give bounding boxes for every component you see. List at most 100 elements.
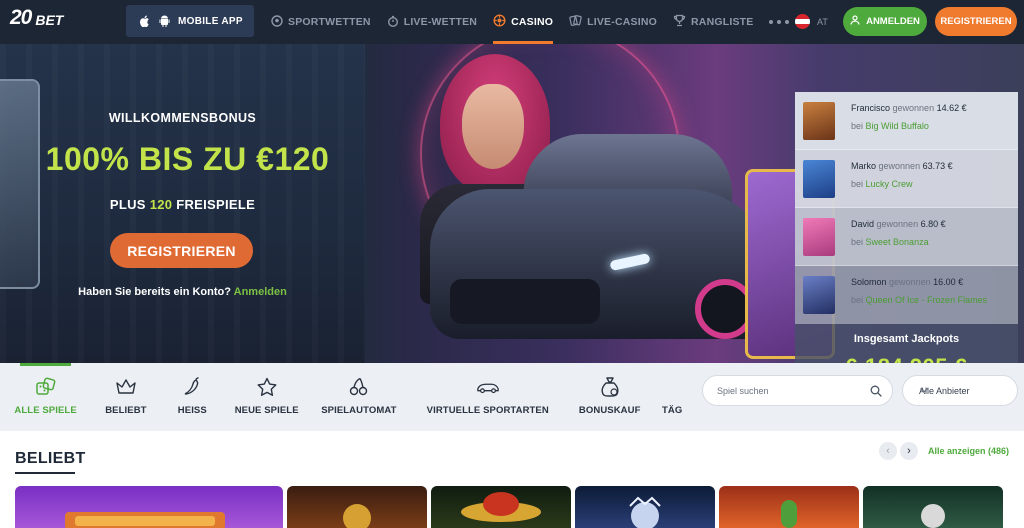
game-tile[interactable] (575, 486, 715, 528)
winner-game-link[interactable]: Queen Of Ice - Frozen Flames (866, 295, 988, 305)
provider-select[interactable]: Alle Anbieter (902, 375, 1018, 406)
apple-icon (138, 15, 150, 27)
game-search-box[interactable] (702, 375, 893, 406)
winner-game-link[interactable]: Sweet Bonanza (866, 237, 929, 247)
android-icon (158, 15, 170, 27)
bonus-label: WILLKOMMENSBONUS (108, 111, 257, 125)
hero-login-link[interactable]: Anmelden (234, 286, 287, 298)
winner-line: Solomon gewonnen 16.00 € (851, 277, 963, 287)
winner-item[interactable]: Solomon gewonnen 16.00 € bei Queen Of Ic… (795, 266, 1018, 324)
category-label: VIRTUELLE SPORTARTEN (426, 405, 549, 416)
more-menu-icon[interactable] (761, 20, 797, 24)
category-tab-spielautomat[interactable]: SPIELAUTOMAT (309, 363, 408, 431)
recent-winners-panel: Francisco gewonnen 14.62 € bei Big Wild … (795, 92, 1018, 363)
winner-line: David gewonnen 6.80 € (851, 219, 946, 229)
jackpot-label: Insgesamt Jackpots (853, 333, 960, 345)
dice-icon (34, 376, 58, 398)
nav-item-sportwetten[interactable]: SPORTWETTEN (263, 0, 379, 44)
austria-flag-icon (795, 14, 810, 29)
at-word: bei (851, 237, 864, 247)
nav-label: CASINO (511, 16, 554, 28)
category-tab-heiss[interactable]: HEISS (161, 363, 224, 431)
winner-line: Marko gewonnen 63.73 € (851, 161, 953, 171)
winner-game-link[interactable]: Lucky Crew (866, 179, 913, 189)
roulette-icon (493, 14, 506, 30)
category-bar: ALLE SPIELE BELIEBT HEISS NEUE SPIELE SP… (0, 363, 1024, 431)
category-tab-beliebt[interactable]: BELIEBT (91, 363, 160, 431)
section-title: BELIEBT (15, 450, 86, 467)
nav-item-rangliste[interactable]: RANGLISTE (665, 0, 761, 44)
chevron-left-icon: ‹ (886, 445, 890, 457)
game-tile[interactable] (15, 486, 283, 528)
mobile-app-button[interactable]: MOBILE APP (126, 5, 254, 37)
category-tab-taeg[interactable]: TÄG (652, 363, 692, 431)
hero-banner: WILLKOMMENSBONUS 100% BIS ZU €120 PLUS 1… (0, 44, 1024, 363)
hero-register-button[interactable]: REGISTRIEREN (110, 233, 253, 268)
section-title-underline (15, 472, 75, 474)
winner-amount: 63.73 € (922, 161, 953, 171)
category-label: ALLE SPIELE (14, 405, 77, 416)
game-search-input[interactable] (717, 376, 867, 405)
game-row (15, 486, 1003, 528)
see-all-link[interactable]: Alle anzeigen (486) (928, 446, 1009, 456)
trophy-icon (673, 14, 686, 30)
stopwatch-icon (387, 15, 399, 30)
register-button[interactable]: REGISTRIEREN (935, 7, 1017, 36)
category-label: NEUE SPIELE (234, 405, 299, 416)
chevron-down-icon (919, 385, 929, 395)
nav-item-casino[interactable]: CASINO (485, 0, 561, 44)
login-label: ANMELDEN (866, 16, 920, 27)
winner-item[interactable]: Francisco gewonnen 14.62 € bei Big Wild … (795, 92, 1018, 150)
category-tab-neue-spiele[interactable]: NEUE SPIELE (224, 363, 309, 431)
category-tab-virtuelle-sportarten[interactable]: VIRTUELLE SPORTARTEN (408, 363, 567, 431)
nav-label: RANGLISTE (691, 16, 754, 28)
winner-game-link[interactable]: Big Wild Buffalo (866, 121, 929, 131)
bonus-sub-suffix: FREISPIELE (176, 197, 256, 212)
category-tab-bonuskauf[interactable]: BONUSKAUF (567, 363, 652, 431)
winner-game-line: bei Lucky Crew (851, 179, 913, 189)
category-label: BONUSKAUF (578, 405, 641, 416)
nav-item-live-casino[interactable]: LIVE-CASINO (561, 0, 665, 44)
winner-name: David (851, 219, 875, 229)
logo[interactable]: 20 BET (10, 6, 63, 30)
game-thumbnail (803, 160, 835, 198)
category-tab-alle-spiele[interactable]: ALLE SPIELE (0, 363, 91, 431)
game-thumbnail (803, 102, 835, 140)
carousel-prev-button[interactable]: ‹ (879, 442, 897, 460)
nav-label: SPORTWETTEN (288, 16, 371, 28)
account-text: Haben Sie bereits ein Konto? (78, 286, 231, 298)
sports-car-image (430, 129, 775, 344)
bonus-sub-number: 120 (149, 197, 173, 212)
game-tile[interactable] (719, 486, 859, 528)
login-button[interactable]: ANMELDEN (843, 7, 927, 36)
won-word: gewonnen (878, 161, 921, 171)
at-word: bei (851, 295, 864, 305)
carousel-next-button[interactable]: › (900, 442, 918, 460)
winner-list: Francisco gewonnen 14.62 € bei Big Wild … (795, 92, 1018, 324)
top-bar: 20 BET MOBILE APP SPORTWETTEN LIVE-WETTE… (0, 0, 1024, 44)
game-tile[interactable] (287, 486, 427, 528)
winner-item[interactable]: Marko gewonnen 63.73 € bei Lucky Crew (795, 150, 1018, 208)
chevron-right-icon: › (907, 445, 911, 457)
category-label: BELIEBT (105, 405, 147, 416)
game-tile[interactable] (863, 486, 1003, 528)
at-word: bei (851, 121, 864, 131)
winner-name: Marko (851, 161, 877, 171)
game-thumbnail (803, 276, 835, 314)
nav-item-live-wetten[interactable]: LIVE-WETTEN (379, 0, 485, 44)
mobile-app-label: MOBILE APP (178, 15, 243, 27)
category-tabs: ALLE SPIELE BELIEBT HEISS NEUE SPIELE SP… (0, 363, 692, 431)
search-icon[interactable] (870, 384, 882, 397)
games-section: BELIEBT ‹ › Alle anzeigen (486) (0, 431, 1024, 528)
language-selector[interactable]: AT (795, 14, 828, 29)
winner-name: Francisco (851, 103, 891, 113)
category-label: HEISS (177, 405, 207, 416)
main-nav: SPORTWETTEN LIVE-WETTEN CASINO LIVE-CASI… (263, 0, 797, 44)
game-tile[interactable] (431, 486, 571, 528)
won-word: gewonnen (876, 219, 919, 229)
winner-item[interactable]: David gewonnen 6.80 € bei Sweet Bonanza (795, 208, 1018, 266)
winner-line: Francisco gewonnen 14.62 € (851, 103, 967, 113)
logo-number: 20 (10, 6, 32, 29)
crown-icon (114, 376, 138, 398)
winner-game-line: bei Queen Of Ice - Frozen Flames (851, 295, 987, 305)
